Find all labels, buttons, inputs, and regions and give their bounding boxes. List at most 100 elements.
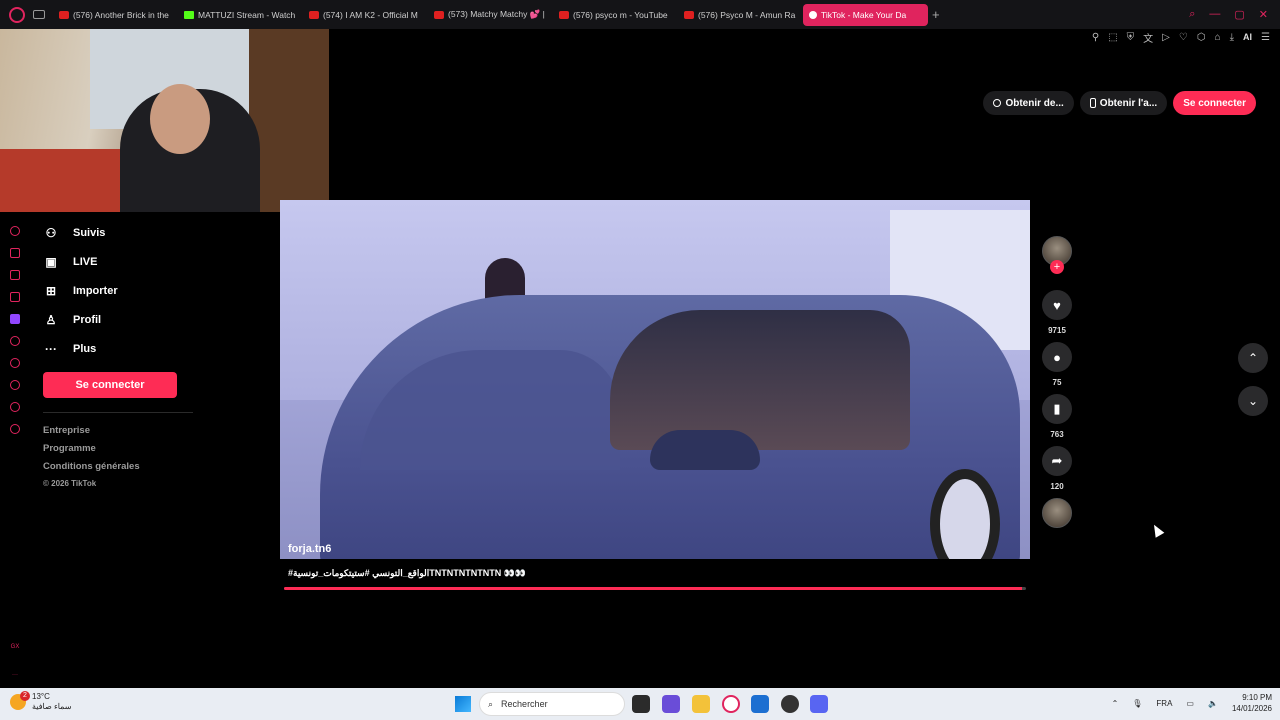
vk-icon[interactable] [10,336,20,346]
next-video-button[interactable]: ⌄ [1238,386,1268,416]
nav-item-live[interactable]: ▣ LIVE [43,247,193,276]
tiktok-icon [809,10,817,19]
tab-islands-icon[interactable] [33,10,45,19]
nav-label: LIVE [73,255,98,268]
browser-tab[interactable]: (576) Psyco M - Amun Ra [678,4,803,26]
share-count: 120 [1050,482,1064,491]
extensions-sidebar-icon[interactable] [10,402,20,412]
taskbar-search[interactable]: ⌕ Rechercher [479,692,625,716]
volume-icon[interactable]: 🔈 [1208,699,1218,708]
video-scene-window [610,310,910,450]
browser-toolbar: ⚲ ⬚ ⛨ 文 ▷ ♡ ⬡ ⌂ ⤓ AI ☰ [1092,30,1270,45]
steam-icon[interactable] [781,695,799,713]
maximize-icon[interactable]: ▢ [1234,8,1244,21]
discord-icon[interactable] [810,695,828,713]
browser-tab[interactable]: (573) Matchy Matchy 💕 | [428,4,553,26]
sidebar-login-button[interactable]: Se connecter [43,372,177,398]
nav-item-following[interactable]: ⚇ Suivis [43,218,193,247]
search-tabs-icon[interactable]: ⌕ [1189,8,1195,21]
translate-icon[interactable]: 文 [1143,30,1153,45]
player-icon[interactable] [10,358,20,368]
wallet-icon[interactable]: ⌂ [1215,32,1221,43]
footer-program-link[interactable]: Programme [43,443,140,461]
speed-dial-icon[interactable] [10,226,20,236]
menu-icon[interactable]: ☰ [1261,32,1270,43]
video-player[interactable] [280,200,1030,559]
opera-gx-taskbar-icon[interactable] [722,695,740,713]
browser-tab[interactable]: MATTUZI Stream - Watch [178,4,303,26]
play-icon[interactable]: ▷ [1162,32,1170,43]
copilot-icon[interactable] [662,695,680,713]
get-app-label: Obtenir l'a... [1099,97,1158,109]
network-icon[interactable]: ▭ [1186,699,1194,708]
video-caption[interactable]: #الواقع_التونسي #ستيتكومات_تونسيةTNTNTNT… [288,568,526,579]
phone-icon [1089,98,1096,108]
sidebar-more-icon[interactable]: ··· [12,672,18,678]
ai-button[interactable]: AI [1243,32,1252,42]
header-login-button[interactable]: Se connecter [1173,91,1256,115]
tab-label: (573) Matchy Matchy 💕 | [448,9,545,19]
browser-tab[interactable]: (576) psyco m - YouTube [553,4,678,26]
footer-copyright: © 2026 TikTok [43,479,97,488]
share-button[interactable]: ➦ [1042,446,1072,476]
like-count: 9715 [1048,326,1066,335]
music-disc-avatar[interactable] [1042,498,1072,528]
minimize-icon[interactable]: — [1209,8,1220,21]
opera-logo-icon[interactable] [9,6,25,23]
store-icon[interactable] [751,695,769,713]
new-tab-button[interactable]: + [932,7,940,22]
microphone-icon[interactable]: 🎙 [1132,699,1142,708]
kick-icon [184,10,194,19]
previous-video-button[interactable]: ⌃ [1238,343,1268,373]
nav-item-more[interactable]: ··· Plus [43,334,193,363]
file-explorer-icon[interactable] [692,695,710,713]
taskbar-clock[interactable]: 9:10 PM 14/01/2026 [1232,692,1272,714]
weather-widget[interactable]: 2 13°C سماء صافية [10,691,72,712]
bookmark-icon: ▮ [1053,401,1061,416]
video-progress-bar[interactable] [284,587,1026,590]
save-button[interactable]: ▮ [1042,394,1072,424]
footer-company-link[interactable]: Entreprise [43,425,140,443]
browser-tab-active[interactable]: TikTok - Make Your Da [803,3,928,26]
snapshot-icon[interactable]: ⬚ [1108,32,1117,43]
coin-icon [993,99,1002,107]
gmail-icon[interactable] [10,292,20,302]
windows-start-icon[interactable] [455,696,471,712]
get-app-button[interactable]: Obtenir l'a... [1079,91,1168,115]
video-scene-mirror [650,430,760,470]
video-username[interactable]: forja.tn6 [288,543,331,555]
download-icon[interactable]: ⤓ [1230,32,1234,43]
footer-terms-link[interactable]: Conditions générales [43,461,140,479]
close-icon[interactable]: ✕ [1259,8,1268,21]
browser-tab-bar: (576) Another Brick in the MATTUZI Strea… [0,0,1280,29]
system-tray: ⌃ 🎙 FRA ▭ 🔈 9:10 PM 14/01/2026 [1112,692,1272,714]
browser-tab[interactable]: (574) I AM K2 - Official M [303,4,428,26]
heart-icon[interactable]: ♡ [1179,32,1188,43]
get-coins-button[interactable]: Obtenir de... [983,91,1074,115]
chevron-up-icon[interactable]: ⌃ [1112,699,1119,708]
gx-icon[interactable]: GX [11,644,20,650]
browser-tab[interactable]: (576) Another Brick in the [53,4,178,26]
screen: (576) Another Brick in the MATTUZI Strea… [0,0,1280,720]
twitch-icon[interactable] [10,314,20,324]
webcam-background-bed [0,149,120,212]
settings-icon[interactable] [10,424,20,434]
messenger-icon[interactable] [10,270,20,280]
bookmark-icon[interactable]: ⚲ [1092,32,1099,43]
history-icon[interactable] [10,380,20,390]
comment-icon: ● [1053,349,1061,365]
shopping-icon[interactable] [10,248,20,258]
follow-plus-icon[interactable]: + [1050,260,1064,274]
shield-icon[interactable]: ⛨ [1127,32,1135,43]
heart-icon: ♥ [1053,297,1061,313]
extensions-icon[interactable]: ⬡ [1197,32,1206,43]
like-button[interactable]: ♥ [1042,290,1072,320]
tab-label: TikTok - Make Your Da [821,9,907,20]
nav-label: Suivis [73,226,106,239]
nav-item-upload[interactable]: ⊞ Importer [43,276,193,305]
language-indicator[interactable]: FRA [1156,699,1172,708]
task-view-icon[interactable] [632,695,650,713]
tiktok-header-actions: Obtenir de... Obtenir l'a... Se connecte… [983,91,1256,115]
comment-button[interactable]: ● [1042,342,1072,372]
nav-item-profile[interactable]: ♙ Profil [43,305,193,334]
